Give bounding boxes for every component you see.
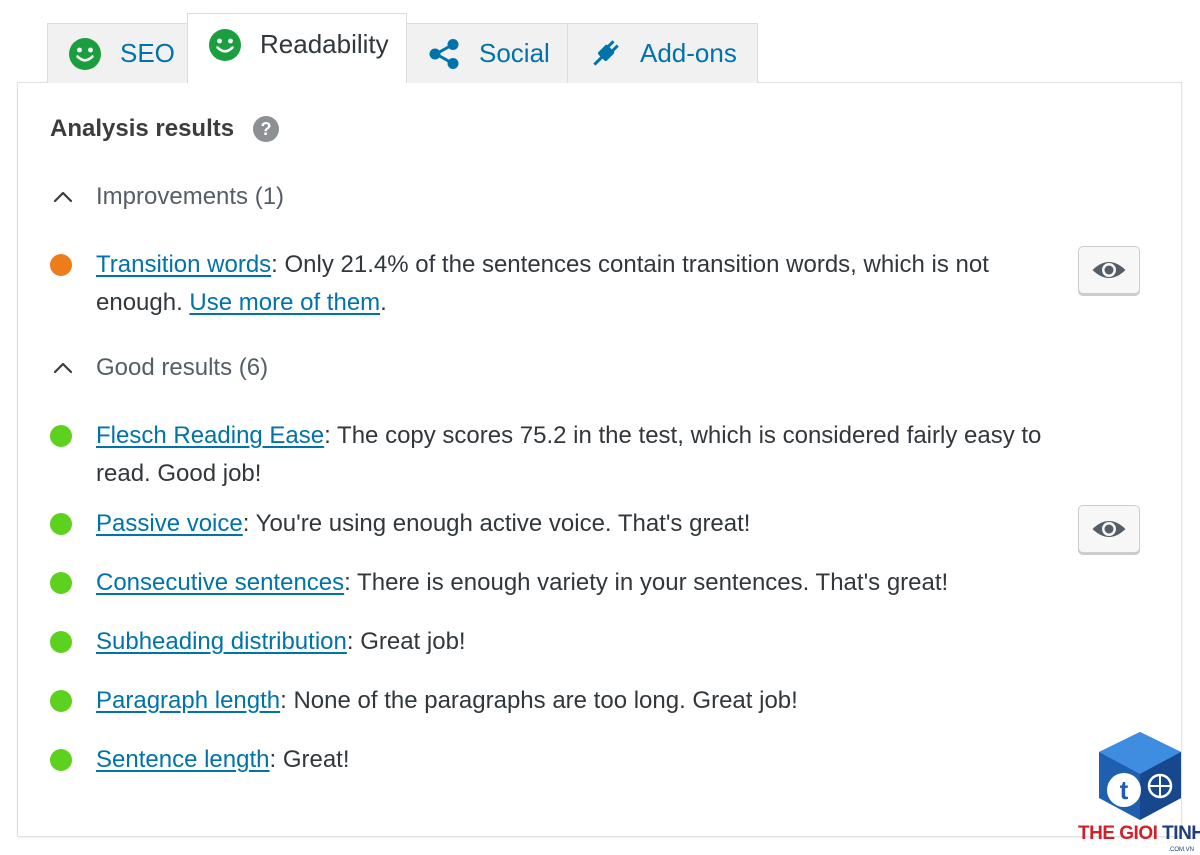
watermark-logo: t THE GIOI TINHOC .COM.VN [1078, 730, 1200, 855]
status-bullet-green [50, 631, 72, 653]
result-text: Subheading distribution: Great job! [96, 623, 1071, 661]
result-link[interactable]: Transition words [96, 251, 271, 278]
section-label: Improvements (1) [96, 183, 285, 210]
svg-text:?: ? [261, 119, 272, 139]
eye-icon [1091, 517, 1127, 541]
metabox-tabs: SEO Readability Social Add-ons [47, 13, 758, 85]
yoast-seo-metabox: SEO Readability Social Add-ons Analysis … [0, 0, 1200, 855]
result-item: Consecutive sentences: There is enough v… [50, 564, 1140, 602]
result-text: Sentence length: Great! [96, 741, 1071, 779]
page-title: Analysis results [50, 115, 235, 142]
result-link[interactable]: Flesch Reading Ease [96, 422, 324, 449]
svg-text:t: t [1120, 775, 1129, 805]
result-item: Paragraph length: None of the paragraphs… [50, 682, 1140, 720]
result-text: Transition words: Only 21.4% of the sent… [96, 246, 1071, 322]
result-punctuation: . [380, 289, 387, 316]
tab-label: Add-ons [640, 38, 737, 68]
result-description: : None of the paragraphs are too long. G… [280, 687, 798, 714]
eye-icon [1091, 258, 1127, 282]
result-item: Passive voice: You're using enough activ… [50, 505, 1140, 553]
result-link[interactable]: Subheading distribution [96, 628, 347, 655]
result-description: : You're using enough active voice. That… [242, 510, 751, 537]
result-link[interactable]: Consecutive sentences [96, 569, 344, 596]
watermark-brand-part2: TINHOC [1162, 823, 1200, 844]
tab-addons[interactable]: Add-ons [567, 23, 758, 83]
result-item: Subheading distribution: Great job! [50, 623, 1140, 661]
result-item: Sentence length: Great! [50, 741, 1140, 779]
result-item: Flesch Reading Ease: The copy scores 75.… [50, 417, 1140, 493]
tab-label: SEO [120, 38, 175, 68]
status-bullet-green [50, 749, 72, 771]
highlight-button[interactable] [1078, 505, 1140, 553]
smiley-face-icon [208, 28, 242, 62]
chevron-up-icon [50, 355, 76, 381]
tab-social[interactable]: Social [406, 23, 568, 83]
result-link[interactable]: Sentence length [96, 746, 269, 773]
use-more-link[interactable]: Use more of them [189, 289, 380, 316]
analysis-heading-row: Analysis results ? [50, 115, 280, 143]
question-circle-icon[interactable]: ? [252, 115, 280, 143]
result-item: Transition words: Only 21.4% of the sent… [50, 246, 1140, 322]
good-results-toggle[interactable]: Good results (6) [50, 354, 268, 382]
chevron-up-icon [50, 184, 76, 210]
tab-label: Readability [260, 29, 389, 59]
status-bullet-green [50, 572, 72, 594]
smiley-face-icon [68, 37, 102, 71]
result-description: : Great job! [346, 628, 466, 655]
analysis-panel: Analysis results ? Improvements (1) Tran… [17, 82, 1182, 837]
tab-seo[interactable]: SEO [47, 23, 188, 83]
status-bullet-green [50, 513, 72, 535]
status-bullet-green [50, 690, 72, 712]
tab-label: Social [479, 38, 550, 68]
result-text: Consecutive sentences: There is enough v… [96, 564, 1071, 602]
status-bullet-green [50, 425, 72, 447]
result-text: Passive voice: You're using enough activ… [96, 505, 1071, 543]
improvements-toggle[interactable]: Improvements (1) [50, 183, 284, 211]
result-description: : Great! [269, 746, 350, 773]
watermark-domain: .COM.VN [1168, 847, 1194, 853]
result-link[interactable]: Paragraph length [96, 687, 280, 714]
plug-icon [588, 37, 622, 71]
highlight-button[interactable] [1078, 246, 1140, 294]
result-text: Paragraph length: None of the paragraphs… [96, 682, 1071, 720]
cube-logo-icon: t [1099, 732, 1181, 820]
watermark-brand: THE GIOI TINHOC [1078, 823, 1200, 845]
result-link[interactable]: Passive voice [96, 510, 243, 537]
share-icon [427, 37, 461, 71]
watermark-brand-part1: THE GIOI [1078, 823, 1158, 844]
tab-readability[interactable]: Readability [187, 13, 407, 85]
result-text: Flesch Reading Ease: The copy scores 75.… [96, 417, 1071, 493]
status-bullet-orange [50, 254, 72, 276]
section-label: Good results (6) [96, 354, 269, 381]
result-description: : There is enough variety in your senten… [344, 569, 949, 596]
